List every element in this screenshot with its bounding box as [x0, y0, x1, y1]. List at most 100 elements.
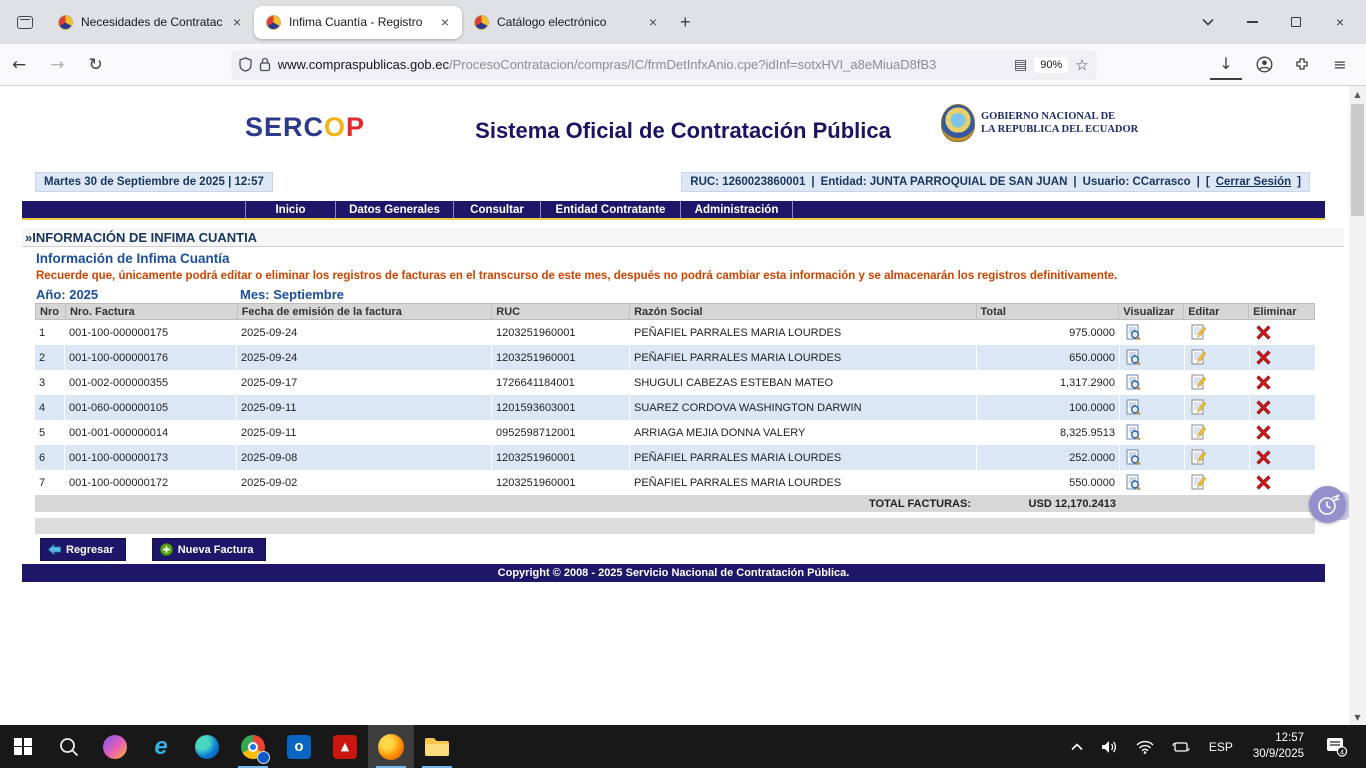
windows-logo-icon — [14, 738, 32, 756]
tray-display-connect-icon[interactable] — [1165, 740, 1197, 754]
copilot-icon — [103, 735, 127, 759]
tab-infima-cuantia[interactable]: Infima Cuantía - Registro × — [254, 6, 462, 39]
tab-favicon-ecuador — [266, 15, 281, 30]
taskbar-search-button[interactable] — [46, 725, 92, 768]
eliminar-button[interactable] — [1254, 349, 1272, 367]
eliminar-button[interactable] — [1254, 324, 1272, 342]
visualizar-button[interactable] — [1124, 424, 1142, 442]
start-button[interactable] — [0, 725, 46, 768]
nav-administracion[interactable]: Administración — [680, 201, 793, 218]
visualizar-button[interactable] — [1124, 349, 1142, 367]
taskbar-outlook[interactable]: o — [276, 725, 322, 768]
taskbar-firefox[interactable] — [368, 725, 414, 768]
logout-link[interactable]: Cerrar Sesión — [1216, 176, 1291, 188]
tray-language[interactable]: ESP — [1201, 740, 1241, 754]
eliminar-button[interactable] — [1254, 374, 1272, 392]
scrollbar-thumb[interactable] — [1351, 104, 1364, 216]
editar-button[interactable] — [1189, 449, 1207, 467]
nueva-factura-button[interactable]: Nueva Factura — [152, 538, 266, 561]
eliminar-button[interactable] — [1254, 399, 1272, 417]
cell-ruc: 1203251960001 — [492, 345, 630, 370]
copyright-footer: Copyright © 2008 - 2025 Servicio Naciona… — [22, 564, 1325, 582]
cell-nro: 1 — [35, 320, 65, 345]
editar-button[interactable] — [1189, 374, 1207, 392]
scroll-down-icon[interactable]: ▼ — [1349, 709, 1366, 725]
table-footer-strip — [35, 518, 1315, 534]
account-icon[interactable] — [1248, 50, 1280, 80]
taskbar-edge[interactable] — [184, 725, 230, 768]
eliminar-button[interactable] — [1254, 424, 1272, 442]
forward-icon[interactable]: → — [38, 55, 76, 75]
close-window-button[interactable]: × — [1320, 6, 1360, 38]
cell-nro: 6 — [35, 445, 65, 470]
eliminar-button[interactable] — [1254, 474, 1272, 492]
zoom-level-badge[interactable]: 90% — [1034, 57, 1068, 73]
scroll-up-icon[interactable]: ▲ — [1349, 86, 1366, 102]
visualizar-button[interactable] — [1124, 474, 1142, 492]
back-icon[interactable]: ← — [0, 55, 38, 75]
visualizar-button[interactable] — [1124, 399, 1142, 417]
cell-total: 650.0000 — [977, 345, 1120, 370]
cell-factura: 001-060-000000105 — [65, 395, 237, 420]
nav-datos-generales[interactable]: Datos Generales — [335, 201, 453, 218]
editar-button[interactable] — [1189, 324, 1207, 342]
delete-x-icon — [1256, 450, 1271, 465]
visualizar-button[interactable] — [1124, 449, 1142, 467]
editar-button[interactable] — [1189, 424, 1207, 442]
list-all-tabs-icon[interactable] — [1188, 6, 1228, 38]
taskbar-chrome[interactable] — [230, 725, 276, 768]
editar-button[interactable] — [1189, 399, 1207, 417]
editar-button[interactable] — [1189, 474, 1207, 492]
tab-close-icon[interactable]: × — [438, 14, 452, 30]
floating-clock-widget[interactable] — [1309, 486, 1349, 526]
visualizar-button[interactable] — [1124, 324, 1142, 342]
visualizar-button[interactable] — [1124, 374, 1142, 392]
tray-chevron-up-icon[interactable] — [1064, 743, 1090, 751]
nav-consultar[interactable]: Consultar — [453, 201, 540, 218]
tray-volume-icon[interactable] — [1094, 740, 1125, 754]
minimize-button[interactable] — [1232, 6, 1272, 38]
tray-wifi-icon[interactable] — [1129, 740, 1161, 754]
cell-ruc: 1726641184001 — [492, 370, 630, 395]
table-row: 3001-002-0000003552025-09-17172664118400… — [35, 370, 1315, 395]
search-icon — [58, 736, 80, 758]
tab-close-icon[interactable]: × — [230, 14, 244, 30]
firefox-view-icon[interactable] — [10, 9, 40, 35]
page-scrollbar[interactable]: ▲ ▼ — [1349, 86, 1366, 725]
url-bar[interactable]: www.compraspublicas.gob.ec/ProcesoContra… — [231, 50, 1097, 80]
tray-date: 30/9/2025 — [1253, 748, 1304, 760]
cell-nro: 5 — [35, 420, 65, 445]
nav-inicio[interactable]: Inicio — [245, 201, 335, 218]
maximize-button[interactable] — [1276, 6, 1316, 38]
nav-entidad-contratante[interactable]: Entidad Contratante — [540, 201, 680, 218]
lock-icon[interactable] — [259, 57, 271, 72]
tab-close-icon[interactable]: × — [646, 14, 660, 30]
editar-button[interactable] — [1189, 349, 1207, 367]
menu-hamburger-icon[interactable]: ≡ — [1324, 50, 1356, 80]
bookmark-star-icon[interactable]: ☆ — [1075, 56, 1088, 74]
tray-clock[interactable]: 12:57 30/9/2025 — [1245, 731, 1312, 762]
tab-necesidades[interactable]: Necesidades de Contratación y × — [46, 6, 254, 39]
view-document-icon — [1125, 374, 1142, 391]
taskbar-internet-explorer[interactable]: e — [138, 725, 184, 768]
eliminar-button[interactable] — [1254, 449, 1272, 467]
notification-center-icon[interactable]: 4 — [1316, 737, 1358, 757]
regresar-button[interactable]: Regresar — [40, 538, 126, 561]
view-document-icon — [1125, 349, 1142, 366]
taskbar-acrobat[interactable]: ▲ — [322, 725, 368, 768]
view-document-icon — [1125, 449, 1142, 466]
tracking-shield-icon[interactable] — [239, 57, 252, 72]
table-row: 5001-001-0000000142025-09-11095259871200… — [35, 420, 1315, 445]
downloads-icon[interactable]: ↓ — [1210, 50, 1242, 80]
extensions-icon[interactable] — [1286, 50, 1318, 80]
tab-catalogo[interactable]: Catálogo electrónico × — [462, 6, 670, 39]
new-tab-button[interactable]: + — [670, 10, 701, 35]
url-text[interactable]: www.compraspublicas.gob.ec/ProcesoContra… — [278, 57, 1007, 72]
datetime-bar: Martes 30 de Septiembre de 2025 | 12:57 — [35, 172, 273, 192]
delete-x-icon — [1256, 475, 1271, 490]
taskbar-copilot[interactable] — [92, 725, 138, 768]
taskbar-file-explorer[interactable] — [414, 725, 460, 768]
session-bar: RUC: 1260023860001 | Entidad: JUNTA PARR… — [681, 172, 1310, 192]
reload-icon[interactable]: ↻ — [77, 55, 115, 75]
reader-mode-icon[interactable]: ▤ — [1014, 57, 1027, 73]
